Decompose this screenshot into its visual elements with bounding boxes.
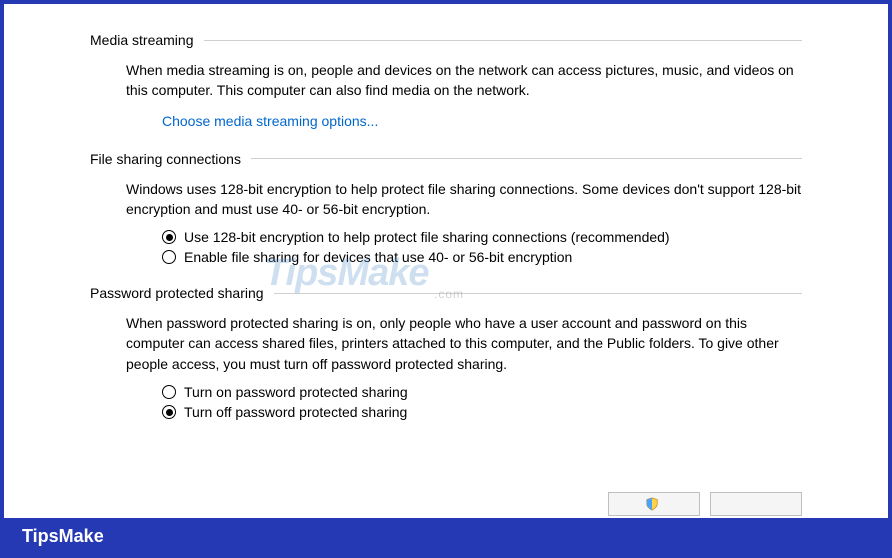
button-row <box>4 492 888 518</box>
password-description: When password protected sharing is on, o… <box>126 313 802 374</box>
section-file-sharing: File sharing connections Windows uses 12… <box>90 151 802 266</box>
media-description: When media streaming is on, people and d… <box>126 60 802 101</box>
radio-40-56bit-encryption[interactable] <box>162 250 176 264</box>
divider <box>274 293 802 294</box>
divider <box>251 158 802 159</box>
radio-label-password-on[interactable]: Turn on password protected sharing <box>184 384 408 400</box>
radio-label-4056bit[interactable]: Enable file sharing for devices that use… <box>184 249 572 265</box>
section-password-sharing: Password protected sharing When password… <box>90 285 802 420</box>
shield-icon <box>645 497 659 511</box>
section-title-media: Media streaming <box>90 32 204 48</box>
radio-label-128bit[interactable]: Use 128-bit encryption to help protect f… <box>184 229 670 245</box>
filesharing-description: Windows uses 128-bit encryption to help … <box>126 179 802 220</box>
section-title-password: Password protected sharing <box>90 285 274 301</box>
radio-128bit-encryption[interactable] <box>162 230 176 244</box>
save-changes-button[interactable] <box>608 492 700 516</box>
divider <box>204 40 803 41</box>
cancel-button[interactable] <box>710 492 802 516</box>
section-title-filesharing: File sharing connections <box>90 151 251 167</box>
radio-password-off[interactable] <box>162 405 176 419</box>
section-media-streaming: Media streaming When media streaming is … <box>90 32 802 131</box>
footer-brand: TipsMake <box>22 526 104 547</box>
footer-bar: TipsMake <box>4 518 888 554</box>
radio-password-on[interactable] <box>162 385 176 399</box>
settings-panel: TipsMake .com Media streaming When media… <box>4 4 888 492</box>
radio-label-password-off[interactable]: Turn off password protected sharing <box>184 404 407 420</box>
choose-media-streaming-link[interactable]: Choose media streaming options... <box>162 113 378 129</box>
